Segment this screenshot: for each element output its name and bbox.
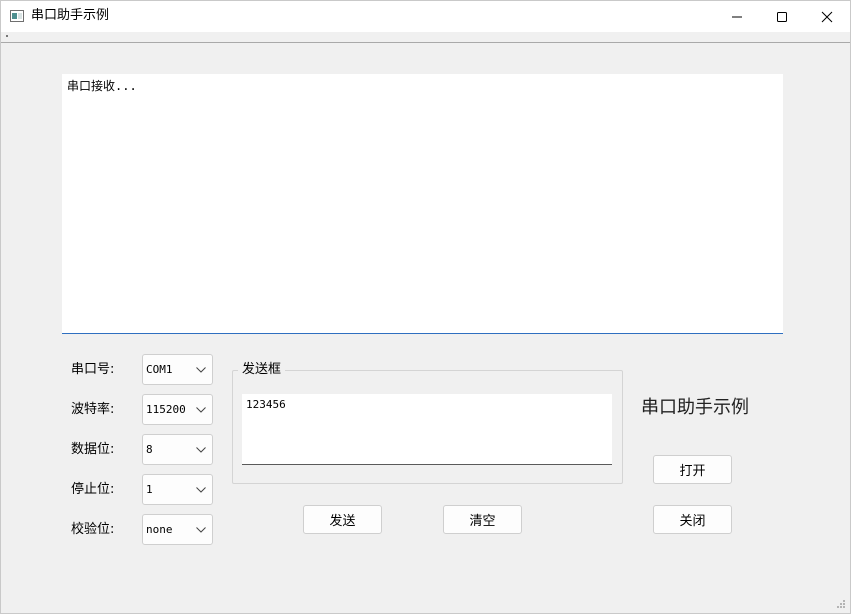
minimize-icon [732,16,742,17]
receive-text-area[interactable]: 串口接收... [62,74,783,334]
menu-bar [1,32,850,43]
port-select[interactable]: COM1 [142,354,213,385]
send-text-input[interactable]: 123456 [242,394,612,465]
stopbits-label: 停止位: [71,482,115,497]
stopbits-select[interactable]: 1 [142,474,213,505]
parity-select[interactable]: none [142,514,213,545]
main-window: 串口助手示例 串口接收... 串口号: COM1 波特率: 115200 数据位… [0,0,851,614]
databits-label: 数据位: [71,442,115,457]
close-window-button[interactable] [804,1,850,32]
close-icon [821,11,833,22]
chevron-down-icon [196,527,206,533]
send-group-title: 发送框 [238,363,286,377]
chevron-down-icon [196,367,206,373]
baud-select[interactable]: 115200 [142,394,213,425]
app-window-icon [10,10,24,22]
minimize-button[interactable] [714,1,760,32]
databits-select[interactable]: 8 [142,434,213,465]
port-value: COM1 [146,363,173,376]
baud-value: 115200 [146,403,186,416]
maximize-icon [777,11,787,22]
parity-label: 校验位: [71,522,115,537]
resize-grip-icon[interactable] [834,597,846,609]
chevron-down-icon [196,407,206,413]
databits-value: 8 [146,443,153,456]
send-button[interactable]: 发送 [303,505,382,534]
title-bar[interactable]: 串口助手示例 [1,1,850,32]
maximize-button[interactable] [759,1,805,32]
menu-extension-dot [6,35,8,37]
chevron-down-icon [196,447,206,453]
port-label: 串口号: [71,362,115,377]
open-port-button[interactable]: 打开 [653,455,732,484]
baud-label: 波特率: [71,402,115,417]
app-heading: 串口助手示例 [641,397,749,418]
close-port-button[interactable]: 关闭 [653,505,732,534]
window-title: 串口助手示例 [31,8,110,23]
parity-value: none [146,523,173,536]
chevron-down-icon [196,487,206,493]
clear-button[interactable]: 清空 [443,505,522,534]
stopbits-value: 1 [146,483,153,496]
